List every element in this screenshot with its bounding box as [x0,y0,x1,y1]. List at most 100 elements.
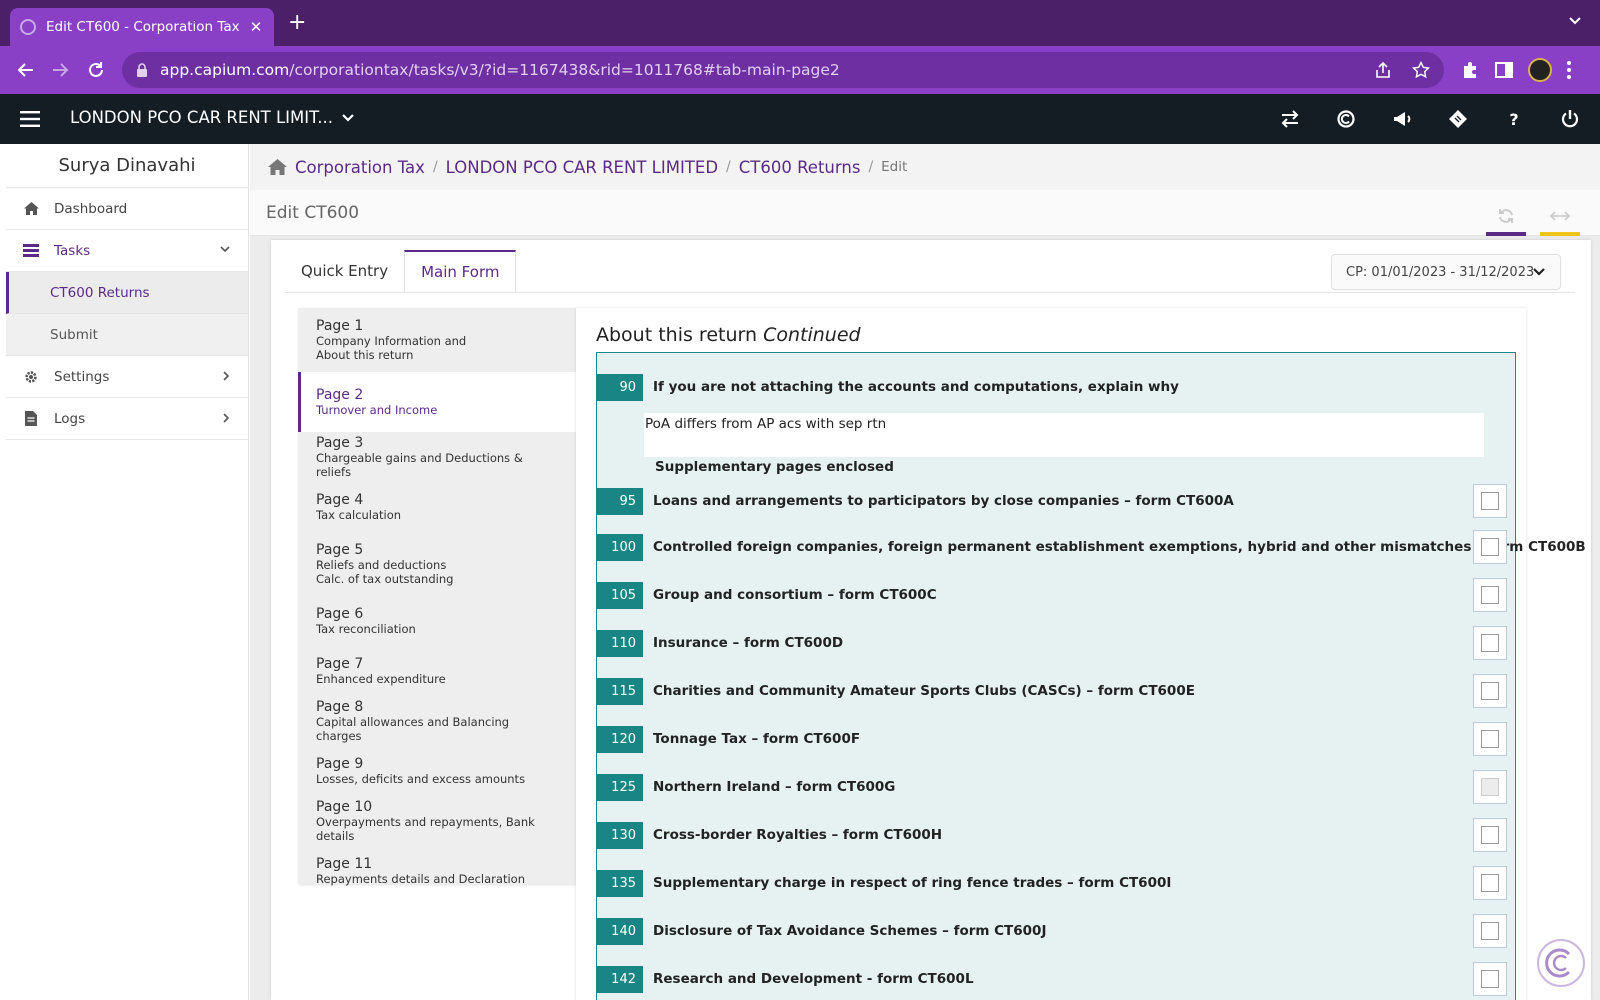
page-nav-subtitle: Tax reconciliation [316,622,416,636]
breadcrumb-ct600-returns[interactable]: CT600 Returns [739,158,861,177]
sidebar-item-ct600-returns[interactable]: CT600 Returns [6,272,248,314]
capium-logo-icon[interactable] [1334,107,1358,131]
reload-icon[interactable] [86,60,106,80]
field-row-140: 140 Disclosure of Tax Avoidance Schemes … [597,914,1515,948]
field-label: Research and Development - form CT600L [653,971,974,987]
page-nav-item-11[interactable]: Page 11 Repayments details and Declarati… [298,846,576,896]
explanation-textarea[interactable]: PoA differs from AP acs with sep rtn [644,413,1484,457]
period-select[interactable]: CP: 01/01/2023 - 31/12/2023 [1331,254,1561,290]
profile-avatar[interactable] [1528,58,1552,82]
extensions-puzzle-icon[interactable] [1460,60,1480,80]
page-nav-subtitle: Enhanced expenditure [316,672,446,686]
megaphone-icon[interactable] [1390,107,1414,131]
expand-width-button[interactable] [1540,200,1580,236]
field-row-105: 105 Group and consortium – form CT600C [597,578,1515,612]
page-nav-item-9[interactable]: Page 9 Losses, deficits and excess amoun… [298,746,576,796]
forward-arrow-icon[interactable] [50,60,70,80]
breadcrumb: Corporation Tax / LONDON PCO CAR RENT LI… [250,144,1600,190]
checkbox-ct600j[interactable] [1473,914,1507,948]
page-nav-subtitle: Repayments details and Declaration [316,872,525,886]
address-bar[interactable]: app.capium.com/corporationtax/tasks/v3/?… [122,52,1444,88]
checkbox-ct600g[interactable] [1473,770,1507,804]
tasks-list-icon [22,244,40,257]
sidebar-item-tasks[interactable]: Tasks [6,230,248,272]
page-nav-item-1[interactable]: Page 1 Company Information and About thi… [298,308,576,372]
url-text: app.capium.com/corporationtax/tasks/v3/?… [160,61,840,79]
breadcrumb-separator: / [868,159,874,175]
browser-tab[interactable]: Edit CT600 - Corporation Tax ✕ [10,8,274,46]
share-icon[interactable] [1374,61,1392,79]
field-row-135: 135 Supplementary charge in respect of r… [597,866,1515,900]
close-tab-icon[interactable]: ✕ [248,18,264,36]
sidebar-item-settings[interactable]: Settings [6,356,248,398]
page-nav-subtitle: Company Information and [316,334,467,348]
breadcrumb-company[interactable]: LONDON PCO CAR RENT LIMITED [446,158,718,177]
supplementary-pages-box: 90 If you are not attaching the accounts… [596,352,1586,1000]
page-nav-item-2[interactable]: Page 2 Turnover and Income [298,372,576,432]
ticket-tag-icon[interactable] [1446,107,1470,131]
lock-icon[interactable] [136,63,148,77]
refresh-button[interactable] [1486,200,1526,236]
checkbox-ct600a[interactable] [1473,484,1507,518]
sidebar-item-dashboard[interactable]: Dashboard [6,188,248,230]
checkbox-ct600l[interactable] [1473,962,1507,996]
page-nav-subtitle: Tax calculation [316,508,402,522]
page-nav-item-6[interactable]: Page 6 Tax reconciliation [298,596,576,646]
back-arrow-icon[interactable] [16,60,36,80]
checkbox-ct600f[interactable] [1473,722,1507,756]
checkbox-ct600d[interactable] [1473,626,1507,660]
page-nav-item-10[interactable]: Page 10 Overpayments and repayments, Ban… [298,796,576,846]
checkbox-ct600c[interactable] [1473,578,1507,612]
home-icon[interactable] [268,159,287,175]
page-nav-title: Page 9 [316,756,364,772]
page-nav-item-5[interactable]: Page 5 Reliefs and deductions Calc. of t… [298,532,576,596]
power-logout-icon[interactable] [1558,107,1582,131]
chat-support-icon[interactable] [1536,938,1586,988]
checkbox-ct600h[interactable] [1473,818,1507,852]
browser-menu-icon[interactable] [1566,60,1572,80]
field-label: Disclosure of Tax Avoidance Schemes – fo… [653,923,1047,939]
breadcrumb-corporation-tax[interactable]: Corporation Tax [295,158,425,177]
help-question-icon[interactable]: ? [1502,107,1526,131]
page-nav-item-7[interactable]: Page 7 Enhanced expenditure [298,646,576,696]
breadcrumb-separator: / [726,159,731,175]
bookmark-star-icon[interactable] [1412,61,1430,79]
company-selector[interactable]: LONDON PCO CAR RENT LIMIT... [70,108,355,127]
company-name: LONDON PCO CAR RENT LIMIT... [70,108,334,127]
box-number: 95 [597,487,643,515]
period-value: CP: 01/01/2023 - 31/12/2023 [1346,264,1535,280]
box-number: 140 [597,917,643,945]
sidebar-item-submit[interactable]: Submit [6,314,248,356]
field-label: Group and consortium – form CT600C [653,587,937,603]
page-nav-title: Page 8 [316,699,364,715]
page-nav-item-8[interactable]: Page 8 Capital allowances and Balancing … [298,696,576,746]
box-number: 142 [597,965,643,993]
switch-arrows-icon[interactable] [1278,107,1302,131]
page-nav-title: Page 3 [316,435,364,451]
page-nav-subtitle: Calc. of tax outstanding [316,572,454,586]
url-host: app.capium.com [160,61,290,79]
field-label: If you are not attaching the accounts an… [653,379,1179,395]
field-label: Insurance – form CT600D [653,635,844,651]
page-nav-item-4[interactable]: Page 4 Tax calculation [298,482,576,532]
tab-quick-entry[interactable]: Quick Entry [285,250,404,292]
box-number: 135 [597,869,643,897]
new-tab-icon[interactable]: + [288,12,306,34]
checkbox-ct600b[interactable] [1473,530,1507,564]
browser-tab-strip: Edit CT600 - Corporation Tax ✕ + [0,0,1600,46]
sidebar-item-logs[interactable]: Logs [6,398,248,440]
tab-main-form[interactable]: Main Form [404,250,517,292]
page-nav-item-3[interactable]: Page 3 Chargeable gains and Deductions &… [298,432,576,482]
checkbox-ct600e[interactable] [1473,674,1507,708]
breadcrumb-current: Edit [881,159,908,175]
field-label: Controlled foreign companies, foreign pe… [653,539,1586,555]
field-row-115: 115 Charities and Community Amateur Spor… [597,674,1515,708]
hamburger-menu-icon[interactable] [20,110,40,128]
field-row-90: 90 If you are not attaching the accounts… [597,373,1515,401]
checkbox-ct600i[interactable] [1473,866,1507,900]
page-nav-title: Page 5 [316,542,364,558]
breadcrumb-separator: / [432,159,438,175]
field-label: Northern Ireland – form CT600G [653,779,896,795]
tab-search-chevron-icon[interactable] [1568,14,1582,28]
side-panel-icon[interactable] [1494,60,1514,80]
